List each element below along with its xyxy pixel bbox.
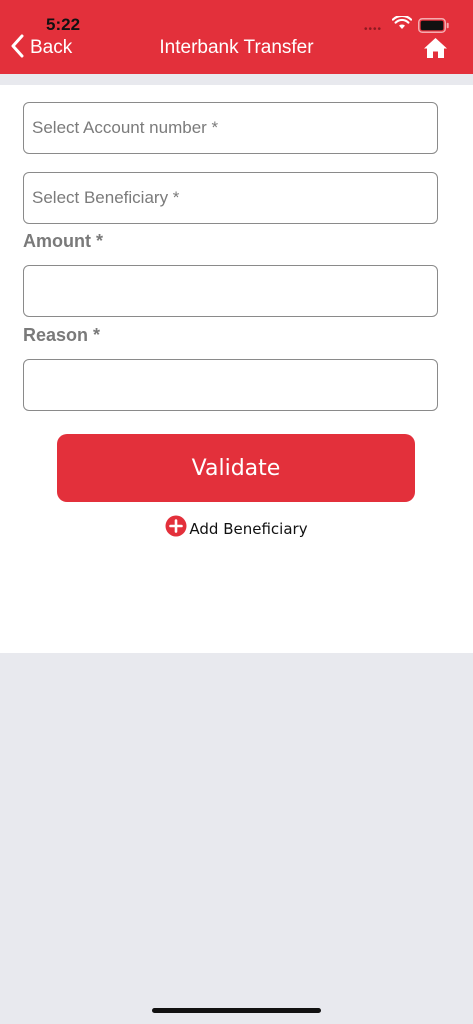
transfer-form: Amount * Reason * Validate Add Beneficia… (0, 85, 473, 653)
status-time: 5:22 (46, 15, 81, 34)
plus-circle-icon (165, 515, 187, 542)
account-number-input[interactable] (32, 103, 429, 153)
amount-label: Amount * (23, 231, 103, 251)
home-indicator (152, 1008, 321, 1013)
home-icon[interactable] (423, 37, 448, 64)
reason-input[interactable] (32, 360, 429, 410)
wifi-icon (391, 14, 413, 35)
amount-field[interactable] (23, 265, 438, 317)
add-beneficiary-link[interactable]: Add Beneficiary (0, 515, 473, 542)
beneficiary-select[interactable] (23, 172, 438, 224)
battery-icon (418, 18, 450, 38)
validate-button[interactable]: Validate (57, 434, 415, 502)
reason-field[interactable] (23, 359, 438, 411)
cellular-signal: •••• (364, 24, 383, 35)
account-number-select[interactable] (23, 102, 438, 154)
add-beneficiary-label: Add Beneficiary (189, 519, 308, 538)
page-title: Interbank Transfer (159, 37, 314, 58)
beneficiary-input[interactable] (32, 173, 429, 223)
amount-input[interactable] (32, 266, 429, 316)
app-header: 5:22 •••• Back Interbank Transfer (0, 0, 473, 74)
reason-label: Reason * (23, 325, 101, 345)
header-divider (0, 74, 473, 85)
